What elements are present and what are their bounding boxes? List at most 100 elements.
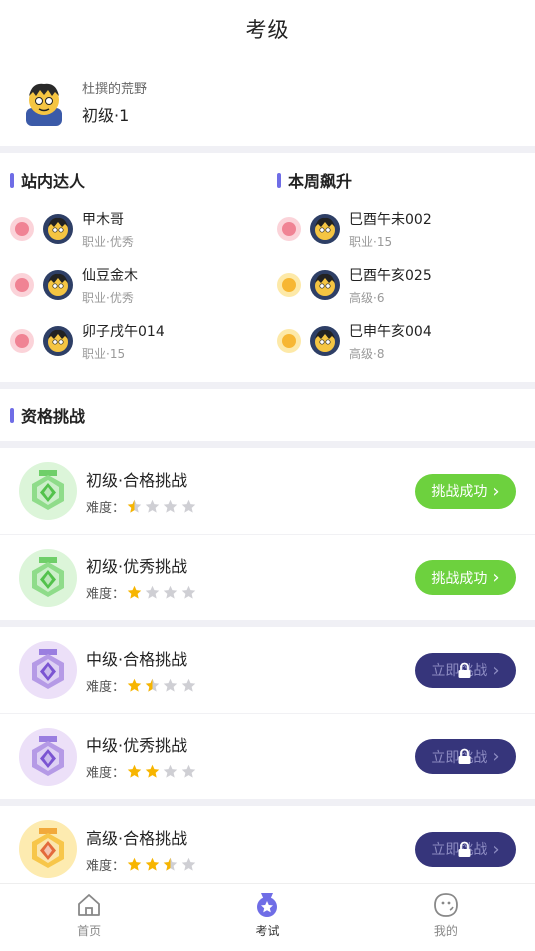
challenge-badge-graphic (32, 556, 64, 597)
challenge-start-button[interactable]: 立即挑战› (415, 739, 516, 774)
rank-user-level: 职业·优秀 (82, 290, 134, 305)
challenge-list: 初级·合格挑战 难度： 挑战成功 › 初级·优秀挑战 难度： 挑战成功 › 中级·合格挑战 难度：… (0, 441, 535, 892)
challenge-info: 中级·优秀挑战难度： (86, 732, 199, 781)
challenge-badge-graphic (32, 735, 64, 776)
difficulty-label: 难度： (86, 500, 126, 516)
challenge-badge-graphic (32, 828, 64, 868)
section-accent-bar (10, 407, 14, 423)
star-empty-icon (163, 585, 178, 599)
section-title-rising: 本周飙升 (277, 169, 535, 191)
rank-user-name: 卯子戌午014 (82, 323, 165, 340)
star-empty-icon (181, 585, 196, 599)
star-full-icon (145, 857, 160, 871)
challenge-group-card: 中级·合格挑战难度： 立即挑战› 中级·优秀挑战难度： 立即挑战› (0, 627, 535, 799)
rank-medal-icon (277, 329, 301, 353)
user-name: 杜撰的荒野 (82, 82, 148, 97)
difficulty-row: 难度： (86, 583, 199, 602)
star-empty-icon (145, 585, 160, 599)
rank-list-item[interactable]: 巳酉午未002 职业·15 (277, 201, 535, 257)
challenge-info: 初级·合格挑战 难度： (86, 467, 199, 516)
difficulty-stars (127, 585, 199, 600)
rank-text: 巳酉午亥025 高级·6 (349, 265, 432, 306)
avatar[interactable] (43, 214, 73, 244)
challenge-info: 高级·合格挑战难度： (86, 825, 199, 874)
challenge-row[interactable]: 初级·优秀挑战 难度： 挑战成功 › (0, 534, 535, 620)
divider (0, 146, 535, 153)
divider (0, 799, 535, 806)
avatar[interactable] (310, 326, 340, 356)
avatar[interactable] (310, 270, 340, 300)
star-empty-icon (163, 499, 178, 513)
challenge-title: 高级·合格挑战 (86, 828, 188, 848)
rank-list-item[interactable]: 仙豆金木 职业·优秀 (10, 257, 267, 313)
chevron-right-icon: › (492, 746, 500, 767)
experts-column: 站内达人 甲木哥 职业·优秀 仙豆金木 职业·优秀 卯子戌午014 职业·15 (0, 153, 267, 382)
challenge-group-card: 高级·合格挑战难度： 立即挑战› (0, 806, 535, 892)
tab-label: 我的 (433, 924, 458, 938)
profile-card[interactable]: 杜撰的荒野 初级·1 (0, 58, 535, 146)
medal-core (282, 222, 296, 236)
lock-icon (458, 841, 471, 857)
rank-user-name: 甲木哥 (82, 211, 124, 228)
rank-text: 甲木哥 职业·优秀 (82, 209, 134, 250)
challenge-row[interactable]: 中级·优秀挑战难度： 立即挑战› (0, 713, 535, 799)
difficulty-label: 难度： (86, 766, 126, 781)
rank-text: 卯子戌午014 职业·15 (82, 321, 165, 362)
difficulty-label: 难度： (86, 858, 126, 874)
section-title-text: 本周飙升 (288, 172, 353, 191)
avatar[interactable] (20, 78, 68, 126)
face-icon (433, 893, 458, 917)
rank-medal-icon (10, 217, 34, 241)
challenge-badge-graphic (32, 470, 64, 510)
medal-core (15, 222, 29, 236)
star-empty-icon (181, 764, 196, 778)
challenge-title: 初级·优秀挑战 (86, 557, 188, 576)
star-empty-icon (181, 499, 196, 513)
divider (0, 382, 535, 389)
leaderboards: 站内达人 甲木哥 职业·优秀 仙豆金木 职业·优秀 卯子戌午014 职业·15 本周飙升 … (0, 153, 535, 382)
chevron-right-icon: › (492, 838, 500, 860)
star-empty-icon (181, 857, 196, 871)
rank-text: 仙豆金木 职业·优秀 (82, 265, 138, 306)
rank-list-item[interactable]: 巳酉午亥025 高级·6 (277, 257, 535, 313)
challenge-title: 中级·合格挑战 (86, 649, 188, 669)
avatar[interactable] (43, 270, 73, 300)
rising-list: 巳酉午未002 职业·15 巳酉午亥025 高级·6 巳申午亥004 高级·8 (277, 201, 535, 369)
tab-exam[interactable]: 考试 (178, 884, 356, 951)
star-empty-icon (181, 678, 196, 692)
rank-medal-icon (277, 217, 301, 241)
challenge-info: 初级·优秀挑战 难度： (86, 553, 199, 602)
lock-icon (458, 662, 471, 678)
experts-list: 甲木哥 职业·优秀 仙豆金木 职业·优秀 卯子戌午014 职业·15 (10, 201, 267, 369)
challenge-row[interactable]: 中级·合格挑战难度： 立即挑战› (0, 627, 535, 713)
challenge-row[interactable]: 高级·合格挑战难度： 立即挑战› (0, 806, 535, 892)
tab-mine[interactable]: 我的 (357, 884, 535, 951)
challenge-success-button[interactable]: 挑战成功 › (415, 473, 516, 509)
section-title-text: 资格挑战 (21, 407, 86, 426)
user-level: 初级·1 (82, 106, 130, 125)
rank-user-level: 高级·6 (349, 290, 385, 305)
button-label: 挑战成功 (431, 484, 488, 500)
challenge-header: 资格挑战 (0, 389, 535, 441)
avatar[interactable] (310, 214, 340, 244)
challenge-row[interactable]: 初级·合格挑战 难度： 挑战成功 › (0, 448, 535, 534)
star-half-icon (145, 678, 160, 692)
rank-list-item[interactable]: 巳申午亥004 高级·8 (277, 313, 535, 369)
section-accent-bar (277, 172, 281, 188)
medal-icon (257, 893, 278, 917)
star-empty-icon (163, 764, 178, 778)
star-empty-icon (163, 678, 178, 692)
rank-list-item[interactable]: 卯子戌午014 职业·15 (10, 313, 267, 369)
challenge-success-button[interactable]: 挑战成功 › (415, 560, 516, 595)
bottom-tab-bar: 首页 考试 我的 (0, 883, 535, 951)
difficulty-row: 难度： (86, 855, 199, 874)
challenge-info: 中级·合格挑战 难度： (86, 646, 199, 695)
challenge-title: 中级·优秀挑战 (86, 736, 188, 755)
avatar[interactable] (43, 326, 73, 356)
challenge-group-card: 初级·合格挑战 难度： 挑战成功 › 初级·优秀挑战 难度： 挑战成功 › (0, 448, 535, 620)
challenge-start-button[interactable]: 立即挑战› (415, 652, 516, 688)
rank-list-item[interactable]: 甲木哥 职业·优秀 (10, 201, 267, 257)
tab-home[interactable]: 首页 (0, 884, 178, 951)
challenge-start-button[interactable]: 立即挑战› (415, 831, 516, 867)
challenge-badge-icon (19, 462, 77, 520)
